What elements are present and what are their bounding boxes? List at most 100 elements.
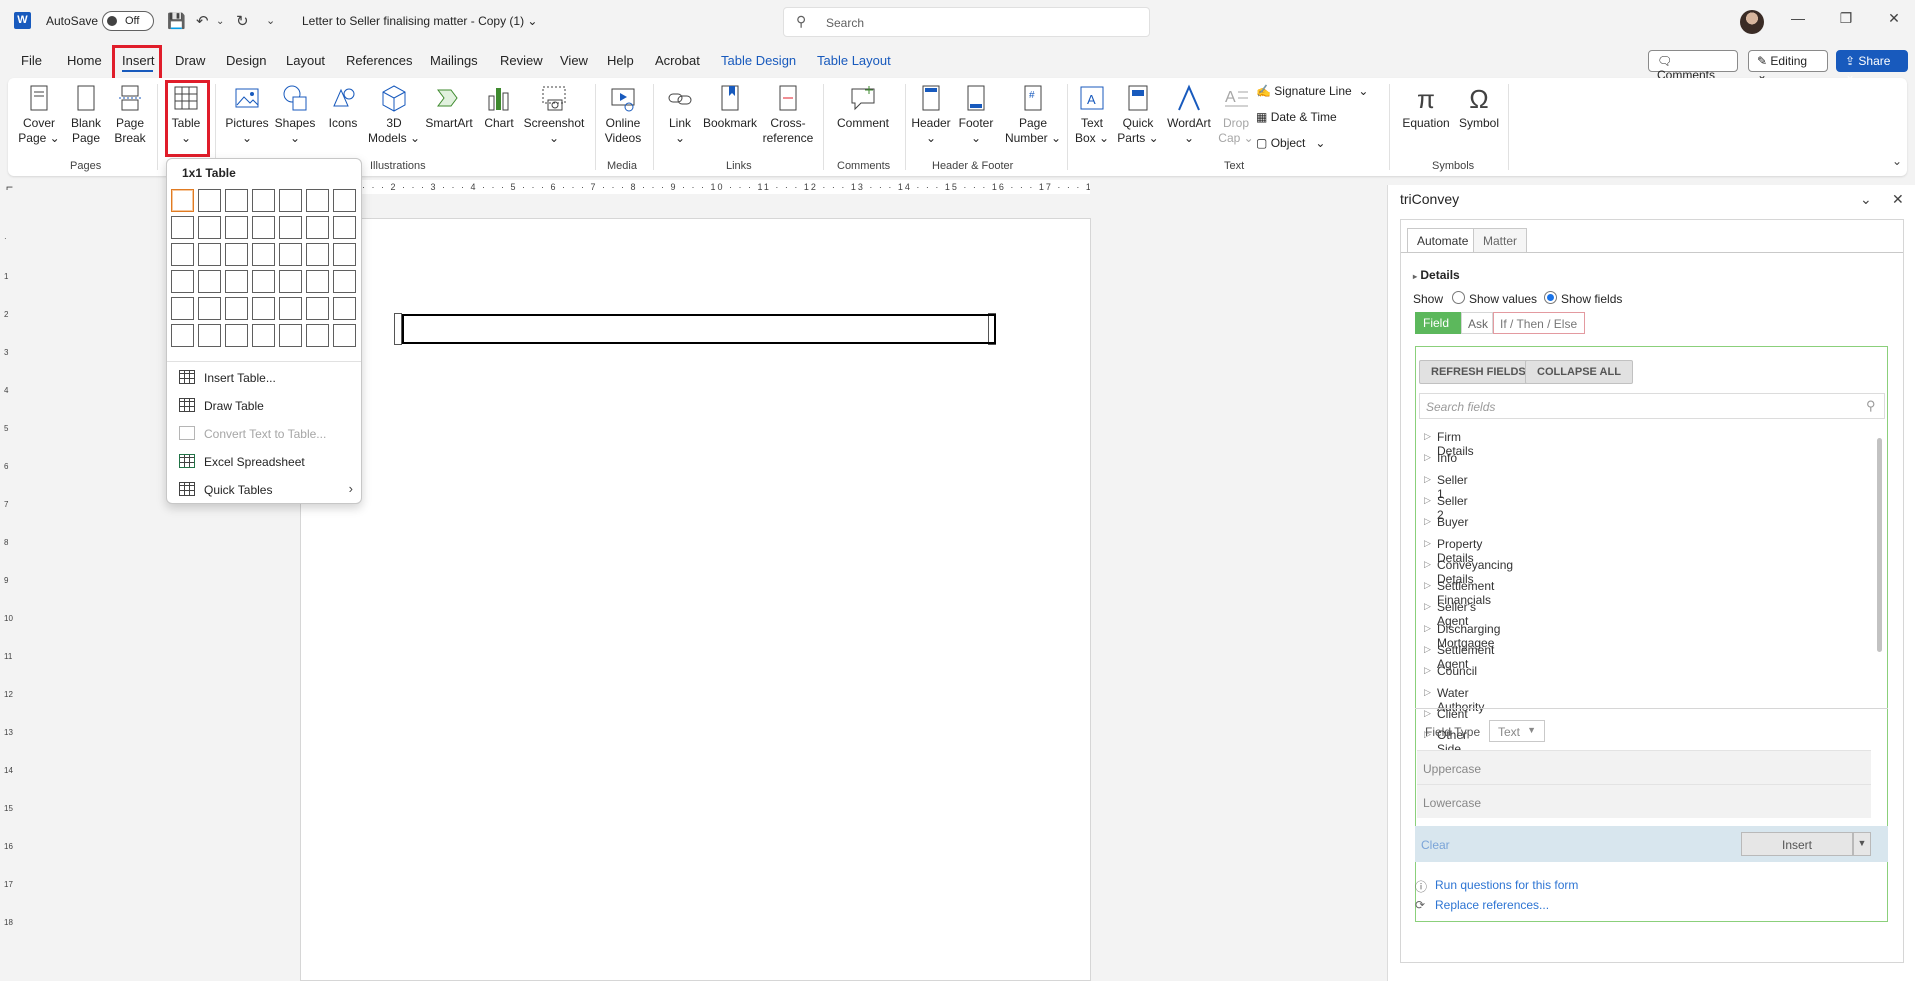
expand-triangle-icon[interactable]: ▷: [1424, 580, 1431, 591]
table-column-marker[interactable]: [394, 313, 402, 345]
tab-acrobat[interactable]: Acrobat: [655, 53, 700, 68]
search-fields-input[interactable]: Search fields ⚲: [1419, 393, 1885, 419]
object-button[interactable]: ▢ Object ⌄: [1256, 136, 1325, 150]
table-grid-cell[interactable]: [252, 297, 275, 320]
document-table[interactable]: [402, 314, 996, 344]
insert-button[interactable]: Insert: [1741, 832, 1853, 856]
cross-reference-button[interactable]: Cross- reference: [760, 84, 816, 146]
table-grid-cell[interactable]: [225, 324, 248, 347]
table-grid-cell[interactable]: [225, 189, 248, 212]
tab-view[interactable]: View: [560, 53, 588, 68]
document-title[interactable]: Letter to Seller finalising matter - Cop…: [302, 14, 537, 28]
subtab-field[interactable]: Field: [1415, 312, 1461, 334]
tab-automate[interactable]: Automate: [1407, 228, 1479, 252]
tab-draw[interactable]: Draw: [175, 53, 205, 68]
tab-references[interactable]: References: [346, 53, 412, 68]
icons-button[interactable]: Icons: [322, 84, 364, 131]
table-grid-cell[interactable]: [225, 216, 248, 239]
tab-help[interactable]: Help: [607, 53, 634, 68]
tab-selector-icon[interactable]: ⌐: [6, 180, 13, 194]
signature-line-button[interactable]: ✍ Signature Line ⌄: [1256, 84, 1368, 98]
table-grid-cell[interactable]: [279, 297, 302, 320]
table-grid-cell[interactable]: [198, 243, 221, 266]
table-grid-cell[interactable]: [198, 270, 221, 293]
expand-triangle-icon[interactable]: ▷: [1424, 623, 1431, 634]
quick-tables-item[interactable]: Quick Tables ›: [167, 477, 361, 503]
tree-scrollbar[interactable]: [1875, 426, 1883, 706]
insert-table-item[interactable]: Insert Table...: [167, 365, 361, 391]
expand-triangle-icon[interactable]: ▷: [1424, 516, 1431, 527]
tab-home[interactable]: Home: [67, 53, 102, 68]
share-button[interactable]: ⇪ Share ⌄: [1836, 50, 1908, 82]
tree-item[interactable]: ▷ Info: [1424, 451, 1457, 465]
run-questions-link[interactable]: Run questions for this form: [1435, 878, 1578, 892]
expand-triangle-icon[interactable]: ▷: [1424, 601, 1431, 612]
subtab-ask[interactable]: Ask: [1461, 312, 1493, 334]
field-type-select[interactable]: Text ▼: [1489, 720, 1545, 742]
table-grid-cell[interactable]: [252, 270, 275, 293]
table-grid-cell[interactable]: [171, 297, 194, 320]
drop-cap-button[interactable]: A Drop Cap ⌄: [1216, 84, 1256, 146]
clear-button[interactable]: Clear: [1421, 838, 1450, 852]
tab-layout[interactable]: Layout: [286, 53, 325, 68]
lowercase-option[interactable]: Lowercase: [1417, 784, 1871, 818]
undo-dropdown-icon[interactable]: ⌄: [216, 16, 224, 27]
search-box[interactable]: ⚲ Search: [783, 7, 1150, 37]
comment-button[interactable]: Comment: [828, 84, 898, 131]
blank-page-button[interactable]: Blank Page: [66, 84, 106, 146]
screenshot-button[interactable]: Screenshot ⌄: [518, 84, 590, 146]
footer-button[interactable]: Footer ⌄: [954, 84, 998, 146]
date-time-button[interactable]: ▦ Date & Time: [1256, 110, 1337, 124]
replace-references-link[interactable]: Replace references...: [1435, 898, 1549, 912]
expand-triangle-icon[interactable]: ▷: [1424, 687, 1431, 698]
wordart-button[interactable]: WordArt ⌄: [1164, 84, 1214, 146]
pictures-button[interactable]: Pictures ⌄: [224, 84, 270, 146]
tab-file[interactable]: File: [21, 53, 42, 68]
avatar[interactable]: [1740, 10, 1764, 34]
page-number-button[interactable]: # Page Number ⌄: [1004, 84, 1062, 146]
show-values-radio[interactable]: [1452, 291, 1465, 304]
table-grid-cell[interactable]: [279, 216, 302, 239]
symbol-button[interactable]: Ω Symbol: [1454, 84, 1504, 131]
save-icon[interactable]: 💾: [167, 12, 186, 30]
expand-triangle-icon[interactable]: ▷: [1424, 708, 1431, 719]
table-grid-cell[interactable]: [198, 216, 221, 239]
undo-icon[interactable]: ↶: [196, 12, 209, 30]
excel-spreadsheet-item[interactable]: Excel Spreadsheet: [167, 449, 361, 475]
header-button[interactable]: Header ⌄: [908, 84, 954, 146]
table-grid-cell[interactable]: [252, 324, 275, 347]
expand-triangle-icon[interactable]: ▷: [1424, 538, 1431, 549]
equation-button[interactable]: π Equation: [1398, 84, 1454, 131]
table-grid-cell[interactable]: [225, 297, 248, 320]
pane-close-icon[interactable]: ✕: [1892, 191, 1904, 208]
draw-table-item[interactable]: Draw Table: [167, 393, 361, 419]
close-icon[interactable]: ✕: [1884, 10, 1904, 27]
uppercase-option[interactable]: Uppercase: [1417, 750, 1871, 784]
collapse-ribbon-icon[interactable]: ⌄: [1892, 154, 1902, 168]
table-grid-cell[interactable]: [306, 189, 329, 212]
table-grid-cell[interactable]: [252, 243, 275, 266]
expand-triangle-icon[interactable]: ▷: [1424, 495, 1431, 506]
table-grid-cell[interactable]: [171, 324, 194, 347]
cover-page-button[interactable]: Cover Page ⌄: [18, 84, 60, 146]
table-grid-cell[interactable]: [333, 216, 356, 239]
restore-icon[interactable]: ❐: [1836, 10, 1856, 27]
show-fields-radio[interactable]: [1544, 291, 1557, 304]
table-grid-cell[interactable]: [252, 189, 275, 212]
table-grid-cell[interactable]: [198, 189, 221, 212]
table-grid-cell[interactable]: [225, 243, 248, 266]
table-grid-cell[interactable]: [306, 216, 329, 239]
horizontal-ruler[interactable]: · 1 · · · 1 · · · 2 · · · 3 · · · 4 · · …: [301, 180, 1090, 194]
shapes-button[interactable]: Shapes ⌄: [273, 84, 317, 146]
customize-quick-access-icon[interactable]: ⌄: [266, 14, 275, 27]
table-grid-cell[interactable]: [333, 270, 356, 293]
expand-triangle-icon[interactable]: ▷: [1424, 452, 1431, 463]
details-toggle[interactable]: ▸ Details: [1413, 268, 1460, 282]
table-grid-cell[interactable]: [171, 270, 194, 293]
online-videos-button[interactable]: Online Videos: [600, 84, 646, 146]
refresh-fields-button[interactable]: REFRESH FIELDS: [1419, 360, 1538, 384]
table-grid-cell[interactable]: [333, 297, 356, 320]
tab-review[interactable]: Review: [500, 53, 543, 68]
table-grid-cell[interactable]: [333, 324, 356, 347]
table-grid-cell[interactable]: [171, 216, 194, 239]
